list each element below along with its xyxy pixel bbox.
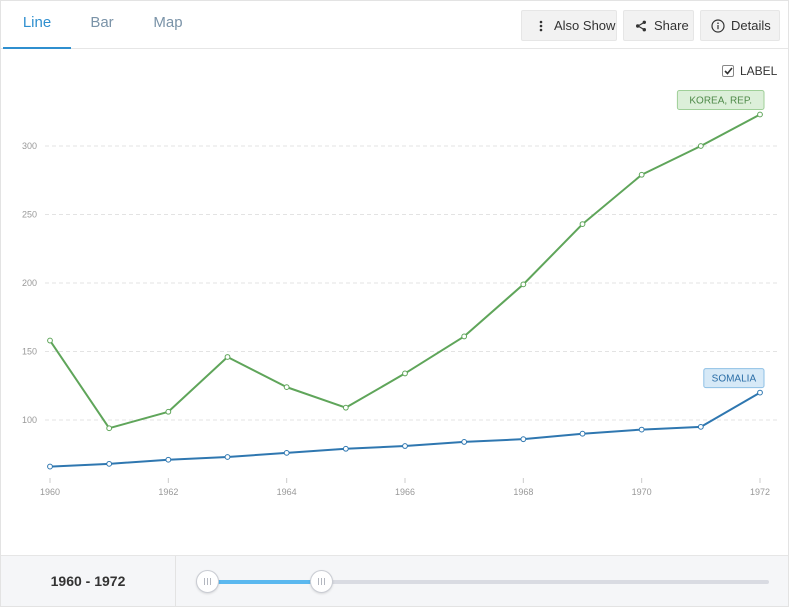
tab-bar-chart[interactable]: Bar [75, 1, 129, 49]
series-line [49, 113, 761, 430]
x-tick-label: 1964 [277, 487, 297, 497]
data-point [402, 370, 408, 377]
tab-map[interactable]: Map [141, 1, 195, 49]
data-point [757, 111, 763, 118]
x-tick-label: 1968 [513, 487, 533, 497]
data-point [520, 436, 527, 443]
grip-icon [318, 578, 325, 585]
series-label: SOMALIA [712, 374, 757, 385]
tab-bar: Line Bar Map Also Show Share Details [1, 1, 788, 49]
x-tick-label: 1972 [750, 487, 770, 497]
data-point [283, 449, 290, 456]
info-icon [711, 18, 725, 33]
data-point [342, 445, 349, 452]
line-chart: 100 150 200 250 300 1960 1962 1964 1966 1968 1970 1… [22, 89, 780, 497]
y-tick-label: 100 [22, 415, 37, 425]
grip-icon [204, 578, 211, 585]
data-point [47, 463, 53, 470]
data-point [165, 408, 172, 415]
data-point [697, 143, 704, 149]
range-start-handle[interactable] [196, 570, 219, 593]
data-point [461, 439, 468, 445]
data-point [47, 337, 53, 344]
share-label: Share [654, 18, 689, 33]
series-label: KOREA, REP. [689, 95, 752, 106]
range-end-handle[interactable] [310, 570, 333, 593]
chart-panel: Line Bar Map Also Show Share Details LAB… [0, 0, 789, 607]
x-tick-label: 1966 [395, 487, 415, 497]
share-icon [634, 19, 648, 33]
data-point [520, 281, 527, 288]
series-line [49, 391, 761, 468]
data-point [283, 384, 290, 391]
x-tick-label: 1962 [158, 487, 178, 497]
year-range-label: 1960 - 1972 [1, 556, 176, 607]
share-button[interactable]: Share [623, 10, 694, 41]
details-button[interactable]: Details [700, 10, 780, 41]
data-point [697, 423, 704, 430]
x-tick-label: 1960 [40, 487, 60, 497]
data-point [461, 333, 468, 340]
data-point [757, 389, 763, 396]
also-show-label: Also Show [554, 18, 616, 33]
y-tick-label: 300 [22, 141, 37, 151]
data-point [579, 221, 586, 227]
tab-line[interactable]: Line [3, 1, 71, 49]
data-point [165, 456, 172, 463]
data-point [342, 404, 349, 411]
range-slider-fill [208, 580, 321, 584]
more-vertical-icon [534, 19, 548, 33]
data-point [224, 354, 231, 360]
also-show-button[interactable]: Also Show [521, 10, 617, 41]
data-point [579, 430, 586, 437]
data-point [638, 426, 645, 433]
y-tick-label: 150 [22, 347, 37, 357]
data-point [224, 454, 231, 460]
y-tick-label: 200 [22, 278, 37, 288]
data-point [106, 460, 113, 467]
x-tick-label: 1970 [632, 487, 652, 497]
y-tick-label: 250 [22, 210, 37, 220]
data-point [106, 425, 113, 432]
data-point [402, 443, 408, 449]
time-range-footer: 1960 - 1972 [1, 555, 788, 607]
data-point [638, 171, 645, 178]
details-label: Details [731, 18, 771, 33]
